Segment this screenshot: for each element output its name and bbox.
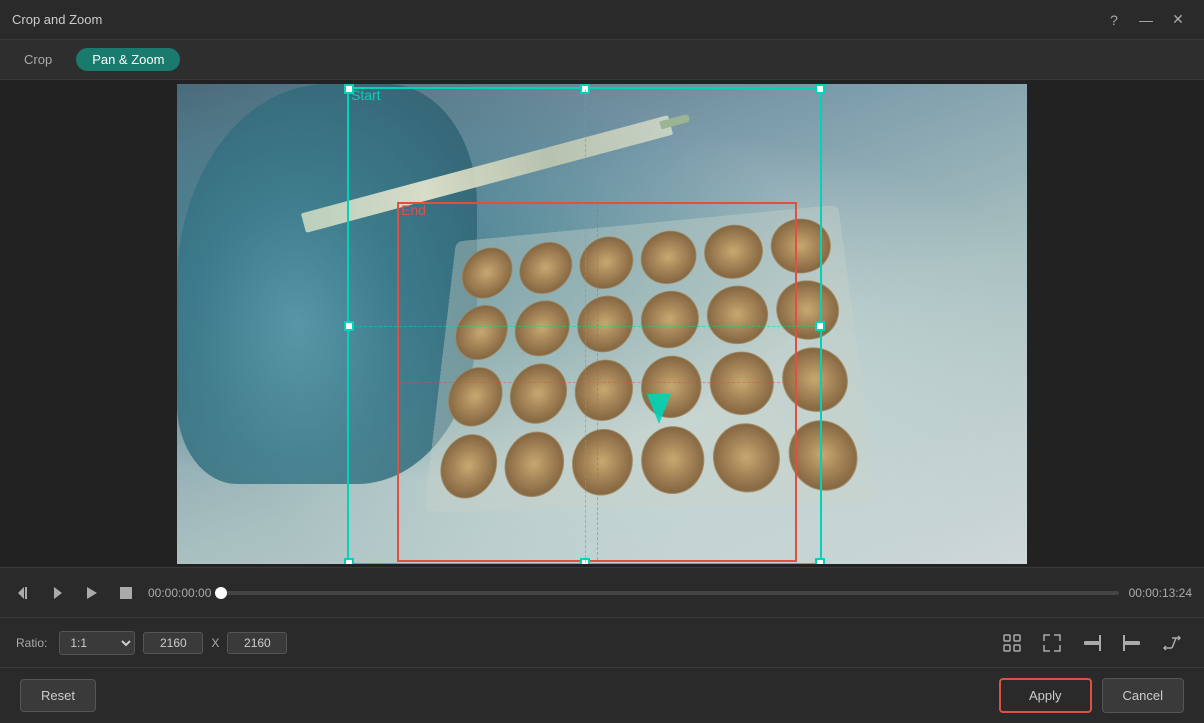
well-1 xyxy=(459,245,514,300)
video-frame: End Start xyxy=(177,84,1027,564)
step-forward-button[interactable] xyxy=(46,581,70,605)
expand-button[interactable] xyxy=(1036,629,1068,657)
canvas-area: End Start xyxy=(0,80,1204,567)
title-bar-left: Crop and Zoom xyxy=(12,12,102,27)
dimension-x-separator: X xyxy=(211,636,219,650)
well-5 xyxy=(703,222,764,281)
action-bar: Reset Apply Cancel xyxy=(0,667,1204,723)
help-button[interactable]: ? xyxy=(1100,6,1128,34)
well-12 xyxy=(773,278,842,341)
well-20 xyxy=(503,430,566,497)
swap-button[interactable] xyxy=(1156,629,1188,657)
window-title: Crop and Zoom xyxy=(12,12,102,27)
well-3 xyxy=(578,234,633,291)
title-bar: Crop and Zoom ? — ✕ xyxy=(0,0,1204,40)
minimize-button[interactable]: — xyxy=(1132,6,1160,34)
timeline-track[interactable] xyxy=(221,591,1118,595)
well-2 xyxy=(518,239,573,295)
well-9 xyxy=(576,293,633,353)
end-time: 00:00:13:24 xyxy=(1129,586,1192,600)
apply-button[interactable]: Apply xyxy=(999,678,1092,713)
well-21 xyxy=(571,427,633,495)
reset-button[interactable]: Reset xyxy=(20,679,96,712)
height-input[interactable] xyxy=(227,632,287,654)
well-plate xyxy=(424,204,878,511)
well-15 xyxy=(573,358,633,422)
title-bar-right: ? — ✕ xyxy=(1100,6,1192,34)
ratio-select[interactable]: 1:1 16:9 4:3 9:16 Custom xyxy=(59,631,135,655)
well-22 xyxy=(641,424,706,494)
align-right-button[interactable] xyxy=(1076,629,1108,657)
cyan-arrow-icon xyxy=(647,394,671,424)
stop-button[interactable] xyxy=(114,581,138,605)
fit-to-frame-button[interactable] xyxy=(996,629,1028,657)
step-back-button[interactable] xyxy=(12,581,36,605)
ratio-label: Ratio: xyxy=(16,636,47,650)
well-23 xyxy=(712,422,782,493)
well-4 xyxy=(641,228,698,286)
timeline-thumb[interactable] xyxy=(215,587,227,599)
well-8 xyxy=(513,298,571,357)
tabs-bar: Crop Pan & Zoom xyxy=(0,40,1204,80)
close-button[interactable]: ✕ xyxy=(1164,6,1192,34)
well-13 xyxy=(445,365,505,427)
align-left-button[interactable] xyxy=(1116,629,1148,657)
tab-pan-zoom[interactable]: Pan & Zoom xyxy=(76,48,180,71)
well-11 xyxy=(706,283,770,345)
well-19 xyxy=(437,433,500,499)
well-24 xyxy=(785,418,861,490)
well-6 xyxy=(768,215,834,275)
tab-crop[interactable]: Crop xyxy=(16,48,60,71)
well-18 xyxy=(779,345,852,413)
cancel-button[interactable]: Cancel xyxy=(1102,678,1184,713)
controls-bar: Ratio: 1:1 16:9 4:3 9:16 Custom X xyxy=(0,617,1204,667)
width-input[interactable] xyxy=(143,632,203,654)
well-17 xyxy=(709,349,776,415)
well-7 xyxy=(452,303,510,361)
current-time: 00:00:00:00 xyxy=(148,586,211,600)
well-14 xyxy=(508,361,568,424)
well-10 xyxy=(641,288,701,349)
action-right: Apply Cancel xyxy=(999,678,1184,713)
playback-bar: 00:00:00:00 00:00:13:24 xyxy=(0,567,1204,617)
play-button[interactable] xyxy=(80,581,104,605)
glove-shape xyxy=(177,84,477,484)
